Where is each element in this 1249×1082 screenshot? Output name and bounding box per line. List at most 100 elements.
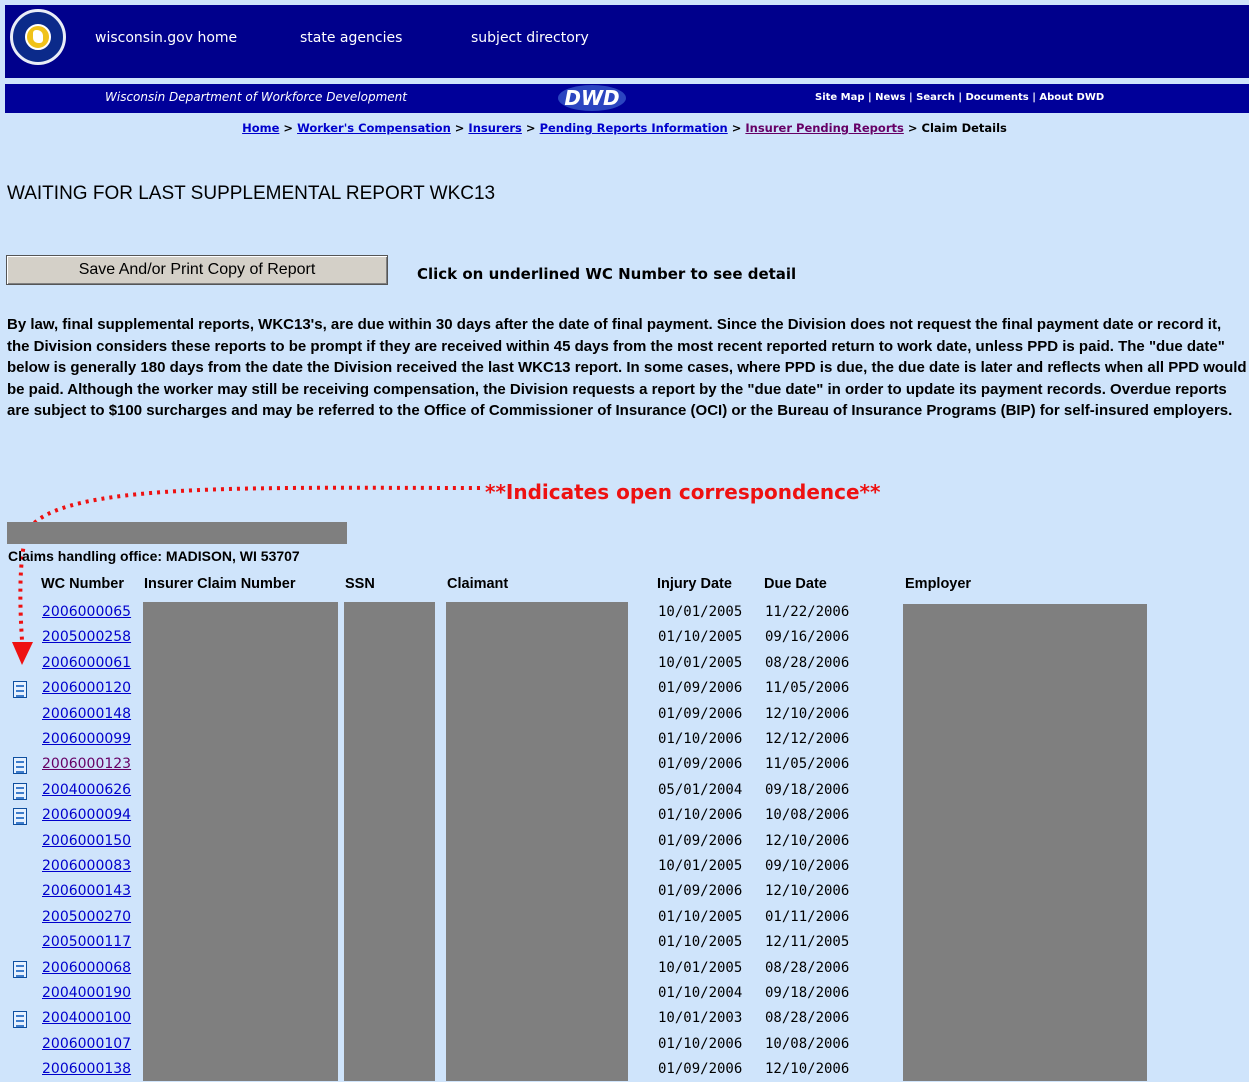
injury-date: 10/01/2005	[658, 604, 743, 620]
correspondence-document-icon[interactable]	[13, 1011, 27, 1029]
table-row: 2006000061 10/01/2005 08/28/2006	[0, 651, 1249, 676]
table-row: 2006000123 01/09/2006 11/05/2006	[0, 752, 1249, 777]
breadcrumb-workers-comp[interactable]: Worker's Compensation	[297, 121, 451, 135]
wc-number-link[interactable]: 2006000083	[42, 858, 131, 874]
col-due-date: Due Date	[764, 576, 827, 592]
breadcrumb-insurers[interactable]: Insurers	[468, 121, 522, 135]
law-explanation-paragraph: By law, final supplemental reports, WKC1…	[7, 316, 1247, 420]
injury-date: 01/09/2006	[658, 756, 743, 773]
breadcrumb-current: Claim Details	[921, 121, 1007, 135]
link-news[interactable]: News	[875, 92, 905, 103]
nav-subject-directory[interactable]: subject directory	[471, 30, 589, 46]
breadcrumb-home[interactable]: Home	[242, 121, 279, 135]
wc-number-link[interactable]: 2006000143	[42, 883, 131, 899]
injury-date: 01/10/2004	[658, 985, 743, 1001]
table-row: 2005000117 01/10/2005 12/11/2005	[0, 930, 1249, 955]
col-claimant: Claimant	[447, 576, 509, 592]
due-date: 12/10/2006	[765, 883, 850, 900]
wc-number-link[interactable]: 2004000190	[42, 985, 131, 1001]
table-row: 2006000107 01/10/2006 10/08/2006	[0, 1032, 1249, 1057]
wc-number-link[interactable]: 2005000270	[42, 909, 131, 925]
injury-date: 10/01/2005	[658, 654, 743, 671]
wc-number-link[interactable]: 2006000148	[42, 706, 131, 722]
due-date: 01/11/2006	[765, 908, 850, 925]
table-row: 2004000190 01/10/2004 09/18/2006	[0, 981, 1249, 1006]
wc-number-link[interactable]: 2006000123	[42, 756, 131, 772]
wc-number-link[interactable]: 2006000099	[42, 731, 131, 747]
redacted-insurer-name	[7, 522, 347, 544]
due-date: 10/08/2006	[765, 1035, 850, 1052]
table-row: 2006000068 10/01/2005 08/28/2006	[0, 956, 1249, 981]
save-print-button[interactable]: Save And/or Print Copy of Report	[6, 255, 388, 285]
table-row: 2006000138 01/09/2006 12/10/2006	[0, 1057, 1249, 1082]
due-date: 12/10/2006	[765, 705, 850, 722]
table-row: 2006000094 01/10/2006 10/08/2006	[0, 803, 1249, 828]
injury-date: 10/01/2005	[658, 959, 743, 976]
wc-number-link[interactable]: 2004000626	[42, 782, 131, 798]
nav-wisconsin-home[interactable]: wisconsin.gov home	[95, 30, 237, 46]
due-date: 08/28/2006	[765, 959, 850, 976]
wc-number-link[interactable]: 2005000258	[42, 629, 131, 645]
injury-date: 01/10/2005	[658, 934, 743, 951]
due-date: 09/16/2006	[765, 629, 850, 646]
due-date: 11/22/2006	[765, 604, 850, 620]
dwd-logo-text: DWD	[564, 86, 619, 110]
col-wc-number: WC Number	[41, 576, 124, 592]
open-correspondence-note: **Indicates open correspondence**	[485, 480, 881, 504]
table-row: 2004000100 10/01/2003 08/28/2006	[0, 1006, 1249, 1031]
link-search[interactable]: Search	[916, 92, 955, 103]
correspondence-document-icon[interactable]	[13, 757, 27, 775]
dwd-logo[interactable]: DWD	[556, 84, 628, 112]
table-row: 2006000150 01/09/2006 12/10/2006	[0, 829, 1249, 854]
nav-state-agencies[interactable]: state agencies	[300, 30, 402, 46]
claims-office: Claims handling office: MADISON, WI 5370…	[8, 548, 300, 564]
table-row: 2006000083 10/01/2005 09/10/2006	[0, 854, 1249, 879]
link-site-map[interactable]: Site Map	[815, 92, 865, 103]
wisconsin-seal-logo[interactable]	[10, 9, 66, 65]
due-date: 12/11/2005	[765, 934, 850, 951]
due-date: 09/18/2006	[765, 985, 850, 1001]
injury-date: 01/10/2006	[658, 731, 743, 747]
breadcrumb-insurer-pending-reports[interactable]: Insurer Pending Reports	[745, 121, 903, 135]
due-date: 12/10/2006	[765, 1061, 850, 1078]
link-documents[interactable]: Documents	[965, 92, 1028, 103]
due-date: 12/12/2006	[765, 731, 850, 747]
table-row: 2006000099 01/10/2006 12/12/2006	[0, 727, 1249, 752]
injury-date: 10/01/2005	[658, 858, 743, 874]
link-about-dwd[interactable]: About DWD	[1039, 92, 1104, 103]
wc-number-link[interactable]: 2006000120	[42, 680, 131, 696]
table-row: 2005000258 01/10/2005 09/16/2006	[0, 625, 1249, 650]
wc-number-link[interactable]: 2004000100	[42, 1010, 131, 1026]
due-date: 11/05/2006	[765, 680, 850, 697]
injury-date: 01/09/2006	[658, 832, 743, 849]
page-title: WAITING FOR LAST SUPPLEMENTAL REPORT WKC…	[7, 183, 496, 204]
wc-number-link[interactable]: 2006000107	[42, 1036, 131, 1052]
breadcrumb-pending-reports-info[interactable]: Pending Reports Information	[540, 121, 728, 135]
injury-date: 01/10/2006	[658, 1035, 743, 1052]
due-date: 12/10/2006	[765, 832, 850, 849]
wc-number-link[interactable]: 2006000094	[42, 807, 131, 823]
due-date: 11/05/2006	[765, 756, 850, 773]
injury-date: 05/01/2004	[658, 781, 743, 798]
col-injury-date: Injury Date	[657, 576, 732, 592]
table-row: 2006000143 01/09/2006 12/10/2006	[0, 879, 1249, 904]
wc-number-link[interactable]: 2006000065	[42, 604, 131, 620]
injury-date: 01/09/2006	[658, 883, 743, 900]
col-insurer-claim-number: Insurer Claim Number	[144, 576, 296, 592]
wc-number-link[interactable]: 2005000117	[42, 934, 131, 950]
table-row: 2006000148 01/09/2006 12/10/2006	[0, 702, 1249, 727]
injury-date: 01/10/2005	[658, 629, 743, 646]
breadcrumb: Home > Worker's Compensation > Insurers …	[242, 121, 1007, 135]
correspondence-document-icon[interactable]	[13, 681, 27, 699]
correspondence-document-icon[interactable]	[13, 960, 27, 978]
department-name: Wisconsin Department of Workforce Develo…	[105, 90, 407, 104]
due-date: 09/18/2006	[765, 781, 850, 798]
correspondence-document-icon[interactable]	[13, 808, 27, 826]
wc-number-link[interactable]: 2006000150	[42, 833, 131, 849]
wc-number-link[interactable]: 2006000138	[42, 1061, 131, 1077]
utility-links: Site Map | News | Search | Documents | A…	[815, 92, 1105, 103]
correspondence-document-icon[interactable]	[13, 782, 27, 800]
wc-number-link[interactable]: 2006000068	[42, 960, 131, 976]
wc-number-link[interactable]: 2006000061	[42, 655, 131, 671]
col-ssn: SSN	[345, 576, 375, 592]
